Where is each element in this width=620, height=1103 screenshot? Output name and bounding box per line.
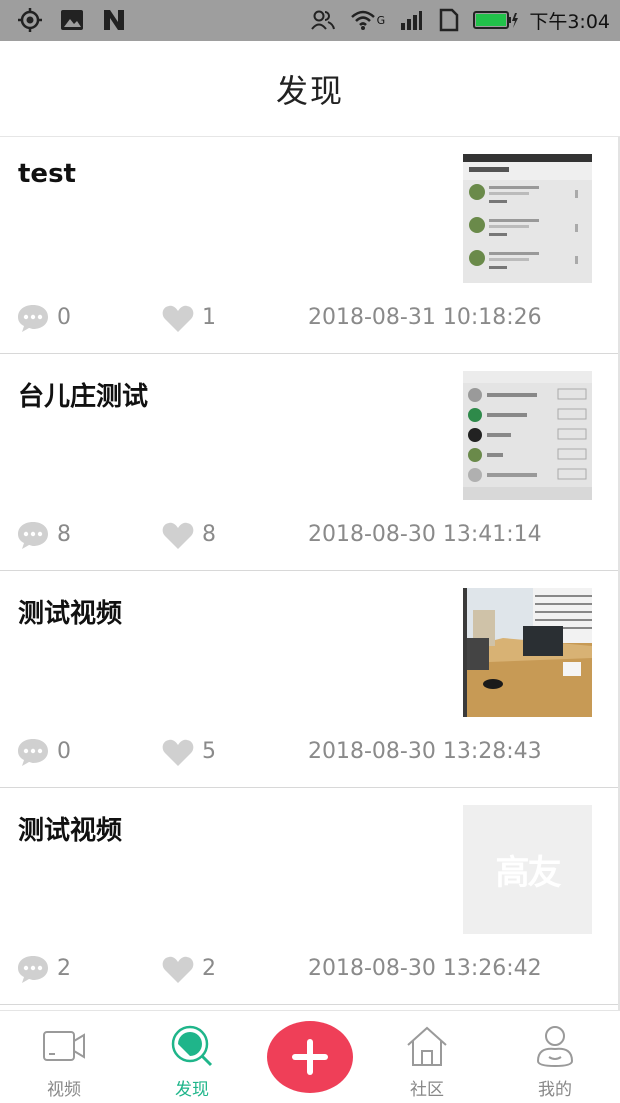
post-card[interactable]: 测试视频 0 5 2018-08-30 13:28:43 [0,571,618,788]
discover-feed[interactable]: test 0 1 2018-08-31 10:18:26 台儿庄测试 8 8 2… [0,137,620,1010]
network-type-label: G [376,13,386,27]
tab-mine[interactable]: 我的 [495,1011,615,1103]
tab-community[interactable]: 社区 [367,1011,487,1103]
post-card[interactable]: 测试视频 高友 2 2 2018-08-30 13:26:42 [0,788,618,1005]
tab-label: 社区 [410,1080,444,1100]
heart-icon[interactable] [162,520,194,554]
post-thumbnail[interactable] [463,154,592,283]
post-meta: 8 8 2018-08-30 13:41:14 [0,516,618,556]
title-bar: 发现 [0,41,620,137]
post-card[interactable]: test 0 1 2018-08-31 10:18:26 [0,137,618,354]
tab-label: 发现 [175,1080,209,1100]
like-count: 1 [202,305,216,330]
post-thumbnail[interactable] [463,371,592,500]
placeholder-logo-text: 高友 [495,853,562,893]
heart-icon[interactable] [162,737,194,771]
post-title: 测试视频 [18,816,123,846]
location-icon [16,6,44,34]
comment-icon[interactable] [17,520,49,554]
comment-count: 0 [57,739,71,764]
comment-icon[interactable] [17,737,49,771]
post-meta: 0 5 2018-08-30 13:28:43 [0,733,618,773]
add-post-button[interactable] [267,1021,353,1093]
status-time: 下午3:04 [529,10,610,33]
post-title: 台儿庄测试 [18,382,149,412]
post-title: 测试视频 [18,599,123,629]
post-time: 2018-08-30 13:28:43 [308,739,542,764]
tab-label: 视频 [47,1080,81,1100]
like-count: 8 [202,522,216,547]
comment-count: 2 [57,956,71,981]
image-icon [58,6,86,34]
comment-count: 8 [57,522,71,547]
heart-icon[interactable] [162,954,194,988]
plus-icon [290,1037,330,1081]
post-time: 2018-08-30 13:41:14 [308,522,542,547]
user-icon [532,1023,578,1069]
page-title: 发现 [275,71,344,110]
discover-icon [169,1023,215,1069]
bottom-tab-bar: 视频 发现 社区 我的 [0,1010,620,1103]
n-icon [100,6,128,34]
post-meta: 2 2 2018-08-30 13:26:42 [0,950,618,990]
comment-count: 0 [57,305,71,330]
wifi-icon: G [347,6,387,34]
post-time: 2018-08-30 13:26:42 [308,956,542,981]
home-icon [404,1023,450,1069]
signal-icon [397,6,425,34]
sim-icon [435,6,463,34]
contacts-icon [309,6,337,34]
post-thumbnail[interactable]: 高友 [463,805,592,934]
post-time: 2018-08-31 10:18:26 [308,305,542,330]
tab-discover[interactable]: 发现 [132,1011,252,1103]
like-count: 2 [202,956,216,981]
comment-icon[interactable] [17,954,49,988]
like-count: 5 [202,739,216,764]
post-card[interactable]: 台儿庄测试 8 8 2018-08-30 13:41:14 [0,354,618,571]
comment-icon[interactable] [17,303,49,337]
post-thumbnail[interactable] [463,588,592,717]
post-meta: 0 1 2018-08-31 10:18:26 [0,299,618,339]
video-camera-icon [41,1023,87,1069]
tab-video[interactable]: 视频 [4,1011,124,1103]
post-title: test [18,159,76,189]
status-bar: G 下午3:04 [0,0,620,41]
heart-icon[interactable] [162,303,194,337]
battery-icon [473,6,519,34]
tab-label: 我的 [538,1080,572,1100]
